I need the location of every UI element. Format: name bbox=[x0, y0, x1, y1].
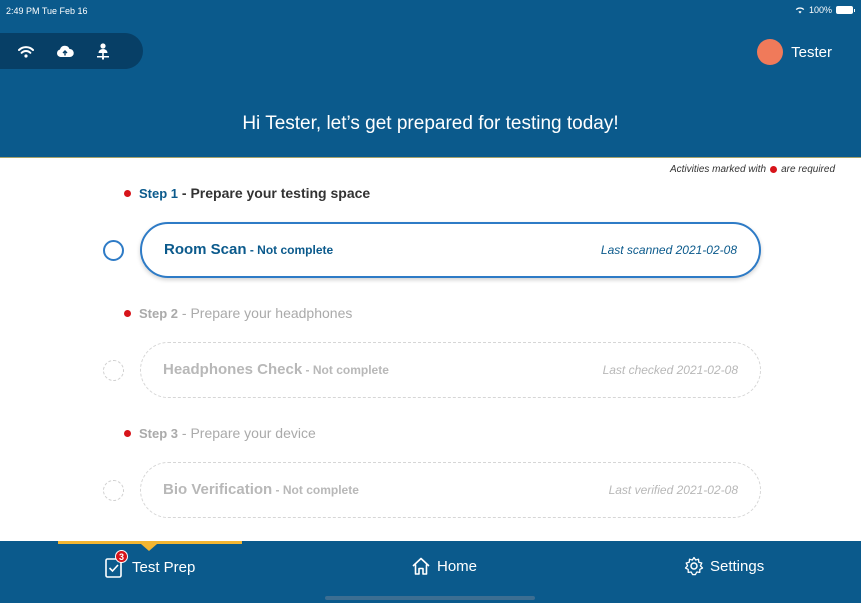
card-title: Room Scan bbox=[164, 241, 247, 258]
tab-test-prep[interactable]: 3 Test Prep bbox=[104, 550, 196, 578]
cloud-upload-icon bbox=[57, 45, 74, 57]
card-status: - Not complete bbox=[246, 243, 334, 257]
user-profile[interactable]: Tester bbox=[757, 39, 832, 65]
connection-status-pill[interactable] bbox=[0, 33, 143, 69]
notification-badge: 3 bbox=[115, 550, 128, 563]
step-1-checkbox[interactable] bbox=[103, 240, 124, 261]
legend-text-before: Activities marked with bbox=[669, 164, 767, 175]
status-time: 2:49 PM Tue Feb 16 bbox=[6, 6, 88, 16]
active-tab-indicator-arrow bbox=[141, 544, 157, 551]
tab-home[interactable]: Home bbox=[411, 556, 477, 576]
step-3-checkbox[interactable] bbox=[103, 480, 124, 501]
card-date: Last scanned 2021-02-08 bbox=[600, 243, 737, 257]
step-number: Step 1 bbox=[139, 186, 179, 201]
headphones-check-card[interactable]: Headphones Check - Not complete Last che… bbox=[140, 342, 761, 398]
step-title: - Prepare your testing space bbox=[178, 185, 371, 201]
step-title: - Prepare your headphones bbox=[178, 305, 353, 321]
tab-label: Settings bbox=[710, 557, 765, 575]
user-name: Tester bbox=[791, 43, 832, 61]
tab-label: Test Prep bbox=[132, 558, 196, 576]
required-dot-icon bbox=[124, 429, 131, 437]
step-3-header: Step 3 - Prepare your device bbox=[124, 425, 316, 441]
step-number: Step 3 bbox=[139, 426, 179, 441]
step-2-checkbox[interactable] bbox=[103, 360, 124, 381]
page-greeting: Hi Tester, let’s get prepared for testin… bbox=[242, 113, 619, 134]
battery-percent: 100% bbox=[808, 5, 832, 15]
card-date: Last verified 2021-02-08 bbox=[608, 483, 738, 497]
step-title: - Prepare your device bbox=[178, 425, 316, 441]
clipboard-check-icon: 3 bbox=[104, 550, 128, 578]
wifi-status-icon bbox=[795, 7, 805, 14]
home-icon bbox=[412, 557, 430, 575]
header: 2:49 PM Tue Feb 16 100% Tester Hi Tester bbox=[0, 0, 861, 158]
room-scan-card[interactable]: Room Scan - Not complete Last scanned 20… bbox=[140, 222, 761, 278]
status-right: 100% bbox=[795, 5, 855, 15]
home-indicator-bar[interactable] bbox=[325, 596, 535, 600]
required-dot-icon bbox=[124, 309, 131, 317]
bio-verification-card[interactable]: Bio Verification - Not complete Last ver… bbox=[140, 462, 761, 518]
gear-icon bbox=[684, 556, 704, 576]
tab-settings[interactable]: Settings bbox=[684, 556, 764, 576]
card-date: Last checked 2021-02-08 bbox=[602, 363, 738, 377]
step-2-header: Step 2 - Prepare your headphones bbox=[124, 305, 352, 321]
main-content: Activities marked with are required Step… bbox=[0, 158, 861, 541]
person-network-icon bbox=[97, 42, 109, 59]
wifi-icon bbox=[18, 45, 34, 58]
card-status: - Not complete bbox=[302, 363, 389, 377]
step-1-header: Step 1 - Prepare your testing space bbox=[124, 185, 370, 201]
card-title: Bio Verification bbox=[163, 481, 273, 498]
avatar bbox=[757, 39, 784, 65]
required-legend: Activities marked with are required bbox=[670, 164, 835, 175]
step-number: Step 2 bbox=[139, 306, 179, 321]
card-title: Headphones Check bbox=[163, 361, 303, 378]
tab-label: Home bbox=[437, 557, 478, 575]
required-dot-icon bbox=[124, 189, 131, 197]
legend-text-after: are required bbox=[781, 164, 835, 175]
battery-icon bbox=[836, 6, 855, 14]
status-bar: 2:49 PM Tue Feb 16 100% bbox=[0, 0, 861, 22]
card-status: - Not complete bbox=[272, 483, 359, 497]
tab-bar: 3 Test Prep Home Settings bbox=[0, 541, 861, 603]
required-dot-icon bbox=[770, 166, 778, 173]
